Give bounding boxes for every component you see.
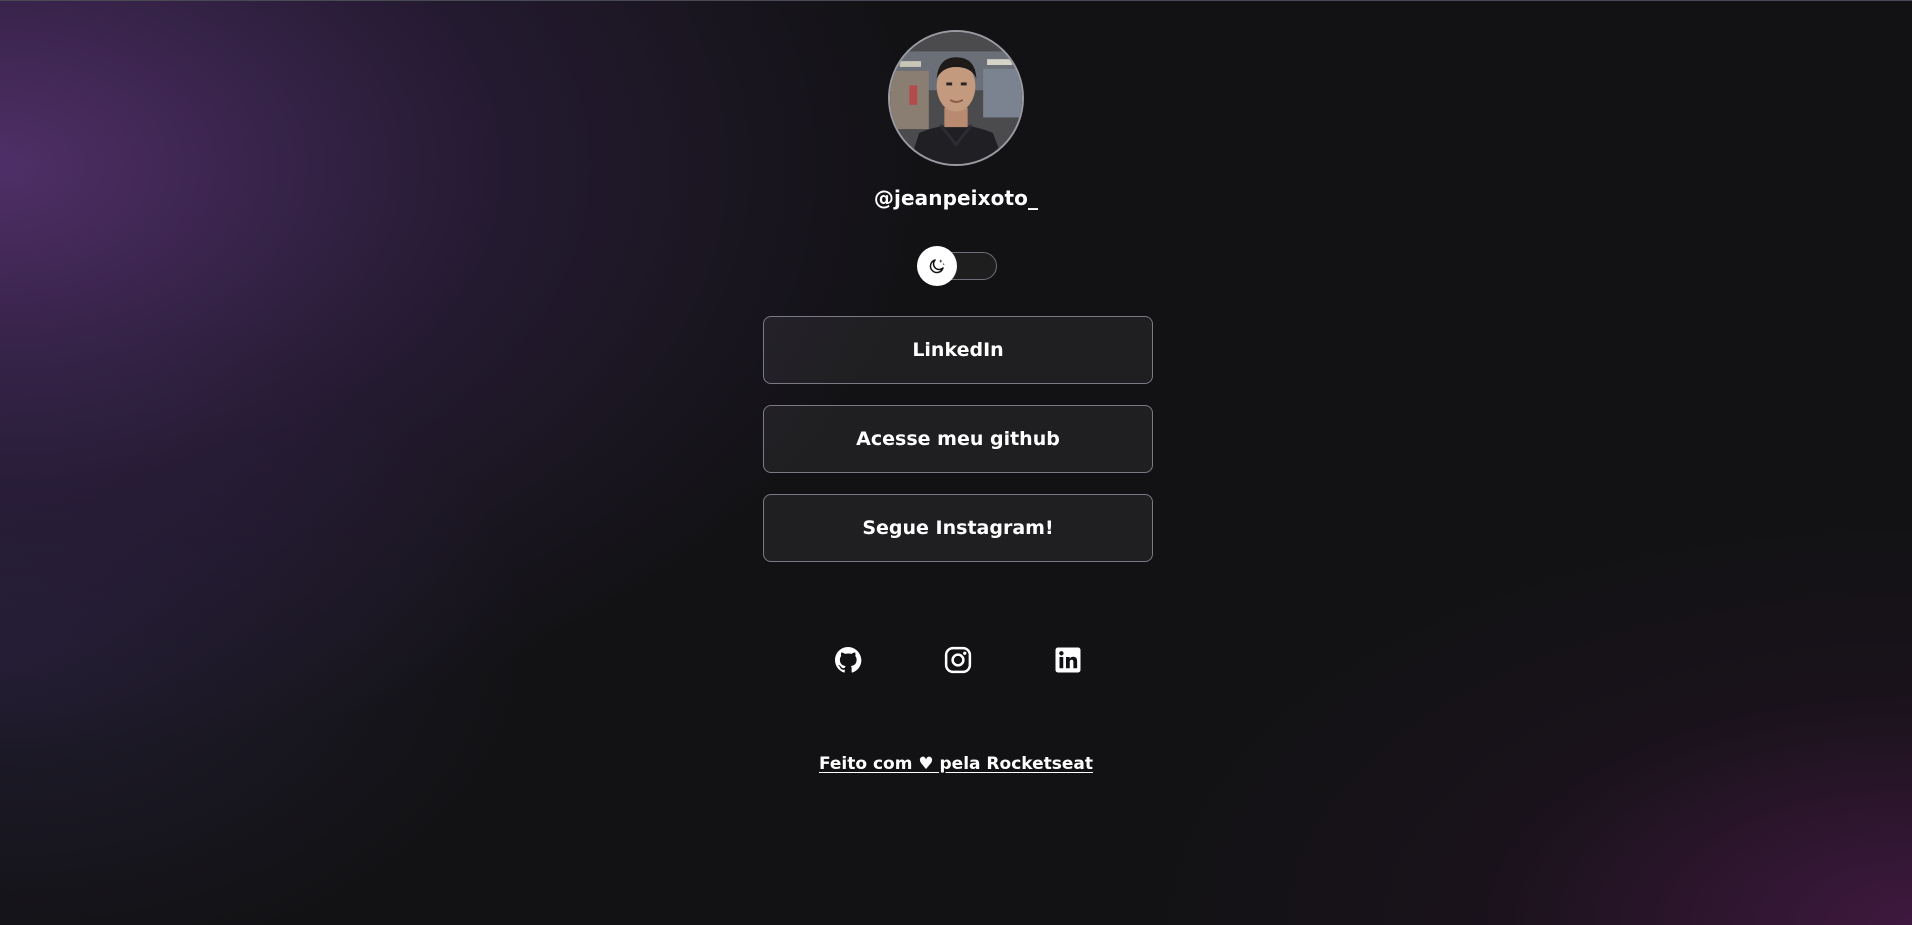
linkedin-social-link[interactable] [1053, 645, 1083, 675]
github-icon [835, 647, 862, 673]
footer: Feito com ♥ pela Rocketseat [0, 754, 1912, 774]
page-container: @jeanpeixoto_ LinkedIn Acesse meu github… [0, 0, 1912, 925]
github-link-button[interactable]: Acesse meu github [763, 405, 1153, 473]
instagram-social-link[interactable] [943, 645, 973, 675]
list-item: Segue Instagram! [763, 494, 1153, 562]
avatar-photo [890, 32, 1022, 164]
list-item: Acesse meu github [763, 405, 1153, 473]
links-list: LinkedIn Acesse meu github Segue Instagr… [763, 316, 1153, 583]
avatar [888, 30, 1024, 166]
instagram-icon [944, 646, 972, 674]
github-social-link[interactable] [833, 645, 863, 675]
social-links [0, 645, 1912, 675]
theme-switch[interactable] [917, 246, 998, 286]
list-item: LinkedIn [763, 316, 1153, 384]
rocketseat-credit-link[interactable]: Feito com ♥ pela Rocketseat [819, 754, 1093, 774]
linkedin-link-button[interactable]: LinkedIn [763, 316, 1153, 384]
linkedin-icon [1055, 647, 1081, 673]
moon-icon [929, 259, 945, 274]
username: @jeanpeixoto_ [873, 186, 1039, 210]
profile: @jeanpeixoto_ [0, 30, 1912, 210]
instagram-link-button[interactable]: Segue Instagram! [763, 494, 1153, 562]
theme-switch-knob[interactable] [917, 246, 957, 286]
